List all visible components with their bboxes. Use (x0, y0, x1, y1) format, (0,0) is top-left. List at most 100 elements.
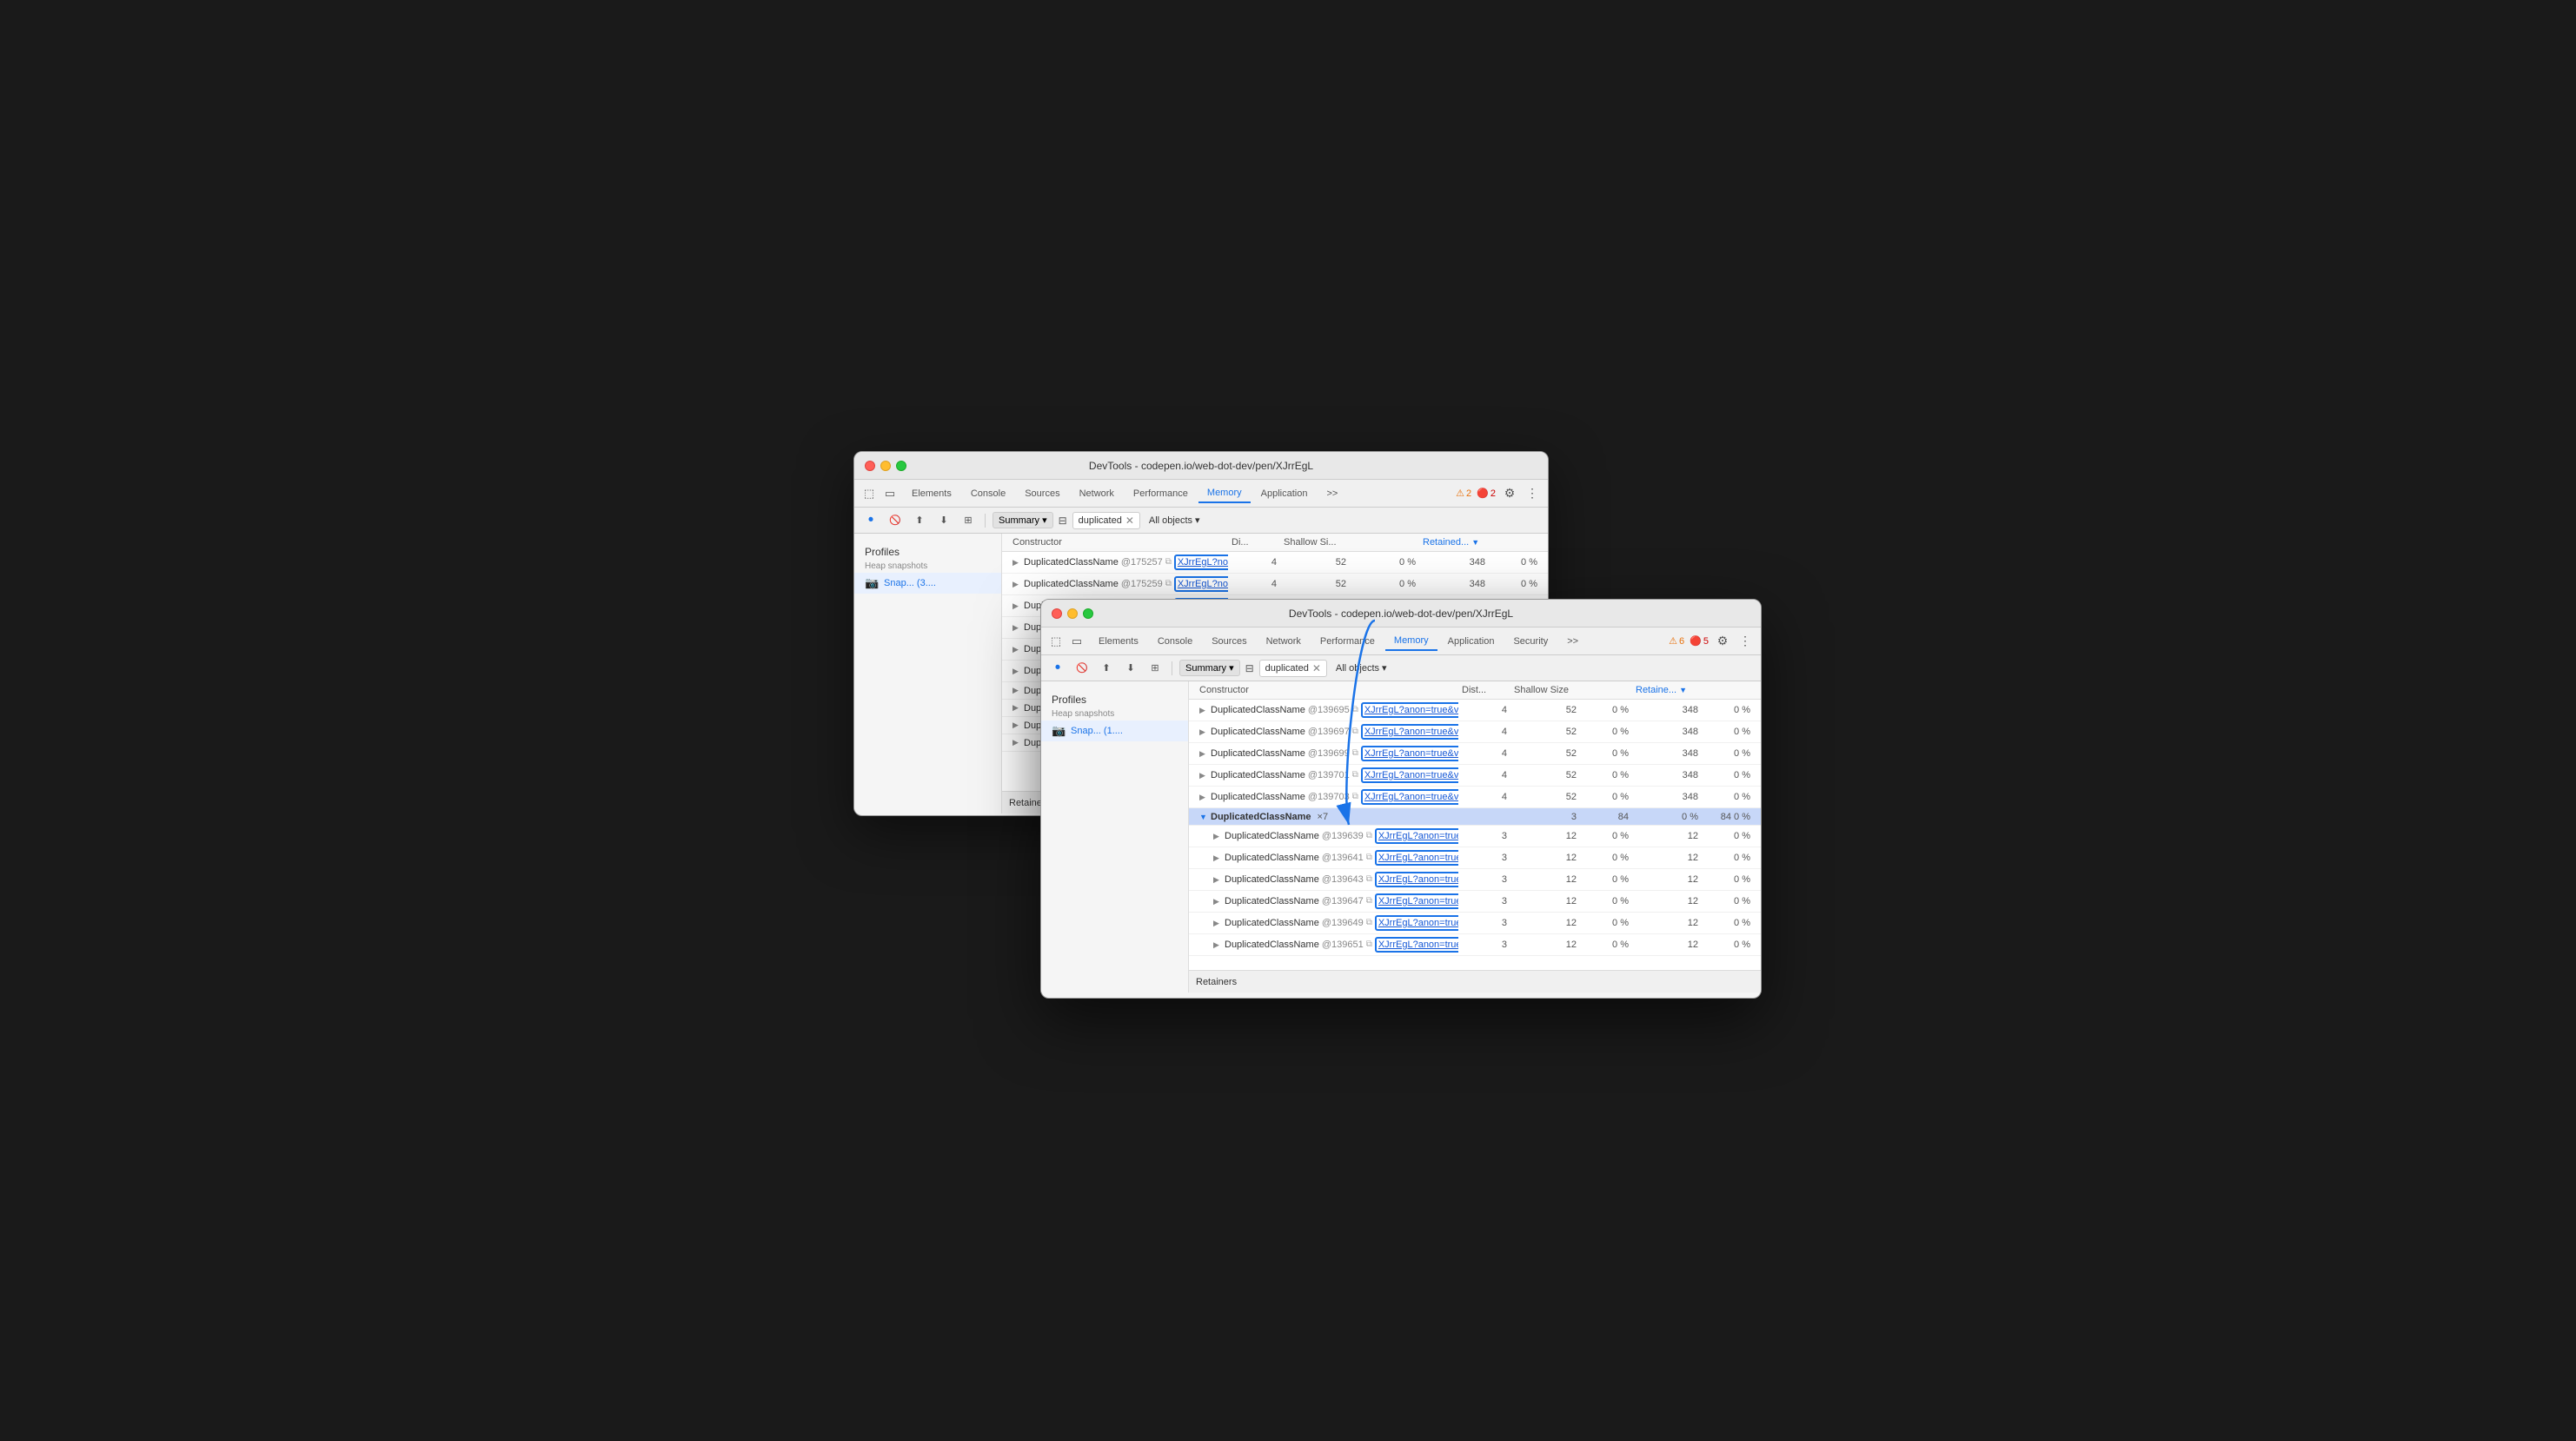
link-outline-w2-42-2[interactable]: XJrrEgL?anon=true&view=:42 (1375, 850, 1458, 866)
tab-bar-2: ⬚ ▭ Elements Console Sources Network Per… (1041, 628, 1761, 655)
record-btn-1[interactable]: ⏺ (861, 511, 880, 530)
close-button-2[interactable] (1052, 608, 1062, 619)
filter-clear-1[interactable]: ✕ (1125, 515, 1134, 527)
tab-application-2[interactable]: Application (1439, 633, 1504, 650)
maximize-button-1[interactable] (896, 461, 906, 471)
close-button-1[interactable] (865, 461, 875, 471)
error-badge-1[interactable]: 🔴 2 (1477, 488, 1496, 499)
minimize-button-2[interactable] (1067, 608, 1078, 619)
error-icon-2: 🔴 (1690, 635, 1702, 647)
table-row[interactable]: ▶ DuplicatedClassName @139651 ⧉ XJrrEgL?… (1189, 934, 1761, 956)
table-row[interactable]: ▶ DuplicatedClassName @139703 ⧉ XJrrEgL?… (1189, 787, 1761, 808)
tab-security-2[interactable]: Security (1504, 633, 1557, 650)
tab-network-2[interactable]: Network (1258, 633, 1310, 650)
link-outline-w2-42-1[interactable]: XJrrEgL?anon=true&view=:42 (1375, 828, 1458, 844)
download-btn-1[interactable]: ⬇ (934, 511, 953, 530)
tab-memory-1[interactable]: Memory (1198, 484, 1251, 503)
title-bar-1: DevTools - codepen.io/web-dot-dev/pen/XJ… (854, 452, 1548, 480)
table-row[interactable]: ▶ DuplicatedClassName @139649 ⧉ XJrrEgL?… (1189, 913, 1761, 934)
link-outline-w2-42-6[interactable]: XJrrEgL?anon=true&view=:42 (1375, 937, 1458, 953)
snapshot-item-2[interactable]: 📷 Snap... (1.... (1041, 720, 1188, 741)
main-content-2: Profiles Heap snapshots 📷 Snap... (1....… (1041, 681, 1761, 993)
warning-badge-1[interactable]: ⚠ 2 (1456, 488, 1471, 499)
table-row[interactable]: ▶ DuplicatedClassName @139641 ⧉ XJrrEgL?… (1189, 847, 1761, 869)
tab-console-1[interactable]: Console (962, 485, 1014, 502)
dropdown-arrow-2: ▾ (1229, 662, 1234, 674)
minimize-button-1[interactable] (880, 461, 891, 471)
tab-sources-2[interactable]: Sources (1203, 633, 1255, 650)
profiles-title-1: Profiles (854, 541, 1001, 560)
cursor-icon-1[interactable]: ⬚ (861, 486, 877, 501)
link-outline-w2-42-5[interactable]: XJrrEgL?anon=true&view=:42 (1375, 915, 1458, 931)
table-row[interactable]: ▶ DuplicatedClassName @139699 ⧉ XJrrEgL?… (1189, 743, 1761, 765)
link-outline-w2-1[interactable]: XJrrEgL?anon=true&view=:48 (1361, 702, 1458, 718)
error-icon-1: 🔴 (1477, 488, 1489, 499)
tab-application-1[interactable]: Application (1252, 485, 1317, 502)
tab-network-1[interactable]: Network (1071, 485, 1123, 502)
link-outline-w2-42-3[interactable]: XJrrEgL?anon=true&view=:42 (1375, 872, 1458, 887)
tab-console-2[interactable]: Console (1149, 633, 1201, 650)
tab-elements-1[interactable]: Elements (903, 485, 960, 502)
summary-dropdown-2[interactable]: Summary ▾ (1179, 660, 1240, 676)
tab-bar-right-1: ⚠ 2 🔴 2 ⚙ ⋮ (1456, 485, 1541, 502)
stop-btn-1[interactable]: 🚫 (886, 511, 905, 530)
constructor-cell: ▶ DuplicatedClassName @175257 ⧉ XJrrEgL?… (1009, 554, 1228, 571)
stop-btn-2[interactable]: 🚫 (1072, 659, 1092, 678)
table-row[interactable]: ▶ DuplicatedClassName @139647 ⧉ XJrrEgL?… (1189, 891, 1761, 913)
filter-area-2: duplicated ✕ (1259, 660, 1327, 677)
settings-icon-1[interactable]: ⚙ (1501, 485, 1518, 502)
warning-badge-2[interactable]: ⚠ 6 (1669, 635, 1684, 647)
cursor-icon-2[interactable]: ⬚ (1048, 634, 1064, 649)
table-row[interactable]: ▶ DuplicatedClassName @139643 ⧉ XJrrEgL?… (1189, 869, 1761, 891)
link-outline-w2-2[interactable]: XJrrEgL?anon=true&view=:48 (1361, 724, 1458, 740)
upload-btn-2[interactable]: ⬆ (1097, 659, 1116, 678)
table-row[interactable]: ▶ DuplicatedClassName @139639 ⧉ XJrrEgL?… (1189, 826, 1761, 847)
upload-btn-1[interactable]: ⬆ (910, 511, 929, 530)
error-badge-2[interactable]: 🔴 5 (1690, 635, 1709, 647)
record-btn-2[interactable]: ⏺ (1048, 659, 1067, 678)
mobile-icon-1[interactable]: ▭ (882, 486, 898, 501)
tab-bar-1: ⬚ ▭ Elements Console Sources Network Per… (854, 480, 1548, 508)
filter-clear-2[interactable]: ✕ (1312, 662, 1321, 674)
link-outline-2[interactable]: XJrrEgL?nocache=true&view=:48 (1174, 576, 1228, 592)
link-outline-w2-4[interactable]: XJrrEgL?anon=true&view=:48 (1361, 767, 1458, 783)
table-row[interactable]: ▶ DuplicatedClassName @139701 ⧉ XJrrEgL?… (1189, 765, 1761, 787)
link-outline-w2-42-4[interactable]: XJrrEgL?anon=true&view=:42 (1375, 893, 1458, 909)
summary-dropdown-1[interactable]: Summary ▾ (993, 512, 1053, 528)
collect-btn-1[interactable]: ⊞ (959, 511, 978, 530)
expanded-class-row[interactable]: ▼ DuplicatedClassName ×7 3 84 0 % 84 0 % (1189, 808, 1761, 826)
table-row[interactable]: ▶ DuplicatedClassName @175257 ⧉ XJrrEgL?… (1002, 552, 1548, 574)
separator-1 (985, 514, 986, 528)
tab-more-2[interactable]: >> (1558, 633, 1587, 650)
th-shallow-1: Shallow Si... (1280, 537, 1350, 548)
th-retained-1[interactable]: Retained... ▼ (1419, 537, 1489, 548)
snapshot-item-1[interactable]: 📷 Snap... (3.... (854, 573, 1001, 594)
more-icon-1[interactable]: ⋮ (1524, 485, 1541, 502)
snapshot-icon-1: 📷 (865, 576, 879, 590)
tab-more-1[interactable]: >> (1318, 485, 1346, 502)
dropdown-arrow-1: ▾ (1042, 515, 1047, 526)
th-shallow-pct-1 (1350, 537, 1419, 548)
table-row[interactable]: ▶ DuplicatedClassName @139697 ⧉ XJrrEgL?… (1189, 721, 1761, 743)
table-row[interactable]: ▶ DuplicatedClassName @139695 ⧉ XJrrEgL?… (1189, 700, 1761, 721)
mobile-icon-2[interactable]: ▭ (1069, 634, 1085, 649)
more-icon-2[interactable]: ⋮ (1736, 633, 1754, 650)
collect-btn-2[interactable]: ⊞ (1145, 659, 1165, 678)
tab-performance-2[interactable]: Performance (1311, 633, 1384, 650)
all-objects-2[interactable]: All objects ▾ (1336, 662, 1387, 674)
link-outline-w2-5[interactable]: XJrrEgL?anon=true&view=:48 (1361, 789, 1458, 805)
title-bar-2: DevTools - codepen.io/web-dot-dev/pen/XJ… (1041, 600, 1761, 628)
settings-icon-2[interactable]: ⚙ (1714, 633, 1731, 650)
tab-performance-1[interactable]: Performance (1125, 485, 1197, 502)
tab-memory-2[interactable]: Memory (1385, 632, 1437, 651)
link-outline-w2-3[interactable]: XJrrEgL?anon=true&view=:48 (1361, 746, 1458, 761)
th-dist-2: Dist... (1458, 685, 1510, 695)
download-btn-2[interactable]: ⬇ (1121, 659, 1140, 678)
maximize-button-2[interactable] (1083, 608, 1093, 619)
tab-elements-2[interactable]: Elements (1090, 633, 1147, 650)
th-retained-2[interactable]: Retaine... ▼ (1632, 685, 1702, 695)
all-objects-1[interactable]: All objects ▾ (1149, 515, 1200, 526)
link-outline-1[interactable]: XJrrEgL?nocache=true&view=:48 (1174, 554, 1228, 570)
tab-sources-1[interactable]: Sources (1016, 485, 1068, 502)
table-row[interactable]: ▶ DuplicatedClassName @175259 ⧉ XJrrEgL?… (1002, 574, 1548, 595)
